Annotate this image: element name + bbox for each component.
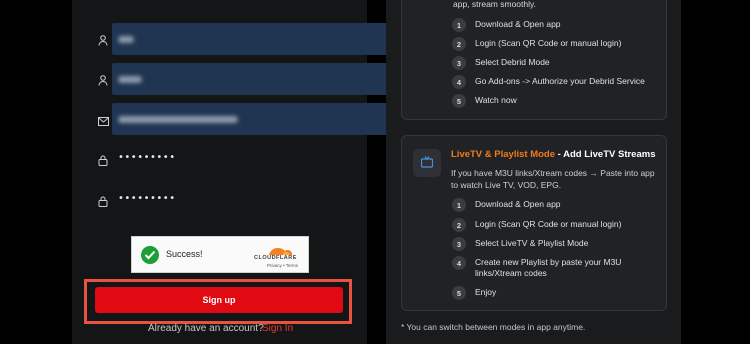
mail-icon: [98, 113, 110, 126]
step-item: 4 Go Add-ons -> Authorize your Debrid Ser…: [452, 75, 645, 89]
confirm-password-input[interactable]: •••••••••: [112, 184, 415, 216]
mode-switch-footnote: * You can switch between modes in app an…: [401, 322, 586, 332]
password-value: •••••••••: [118, 152, 176, 163]
email-input[interactable]: [112, 103, 415, 135]
email-field[interactable]: [96, 103, 415, 135]
signin-link[interactable]: Sign In: [262, 323, 293, 334]
step-item: 1 Download & Open app: [452, 18, 561, 32]
success-check-icon: [141, 246, 159, 264]
step-item: 5 Watch now: [452, 94, 517, 108]
livetv-mode-description: If you have M3U links/Xtream codes → Pas…: [451, 168, 655, 190]
step-item: 2 Login (Scan QR Code or manual login): [452, 218, 621, 232]
tv-icon: [413, 149, 441, 177]
password-input[interactable]: •••••••••: [112, 143, 415, 175]
confirm-password-value: •••••••••: [118, 193, 176, 204]
last-name-field[interactable]: [96, 63, 415, 95]
lock-icon: [98, 153, 110, 166]
captcha-links[interactable]: Privacy • Terms: [267, 263, 298, 268]
first-name-field[interactable]: [96, 23, 415, 55]
debrid-mode-card: app, stream smoothly. 1 Download & Open a…: [401, 0, 667, 120]
card-intro-text: app, stream smoothly.: [453, 0, 536, 9]
user-icon: [98, 73, 110, 86]
first-name-input[interactable]: [112, 23, 415, 55]
livetv-mode-subtitle: - Add LiveTV Streams: [555, 149, 656, 160]
password-field[interactable]: •••••••••: [96, 143, 415, 175]
step-item: 2 Login (Scan QR Code or manual login): [452, 37, 621, 51]
step-item: 3 Select Debrid Mode: [452, 56, 550, 70]
already-have-account-text: Already have an account?: [148, 323, 264, 334]
livetv-mode-name: LiveTV & Playlist Mode: [451, 149, 555, 160]
signup-button[interactable]: Sign up: [95, 287, 343, 313]
livetv-mode-title: LiveTV & Playlist Mode - Add LiveTV Stre…: [451, 149, 655, 160]
lock-icon: [98, 194, 110, 207]
step-item: 1 Download & Open app: [452, 198, 561, 212]
cloudflare-captcha-widget[interactable]: Success! CLOUDFLARE Privacy • Terms: [131, 236, 309, 273]
user-icon: [98, 33, 110, 46]
step-item: 3 Select LiveTV & Playlist Mode: [452, 237, 588, 251]
step-item: 5 Enjoy: [452, 286, 496, 300]
captcha-provider: CLOUDFLARE: [254, 255, 297, 261]
captcha-status: Success!: [166, 249, 203, 259]
last-name-input[interactable]: [112, 63, 415, 95]
confirm-password-field[interactable]: •••••••••: [96, 184, 415, 216]
step-item: 4 Create new Playlist by paste your M3U l…: [452, 256, 635, 279]
